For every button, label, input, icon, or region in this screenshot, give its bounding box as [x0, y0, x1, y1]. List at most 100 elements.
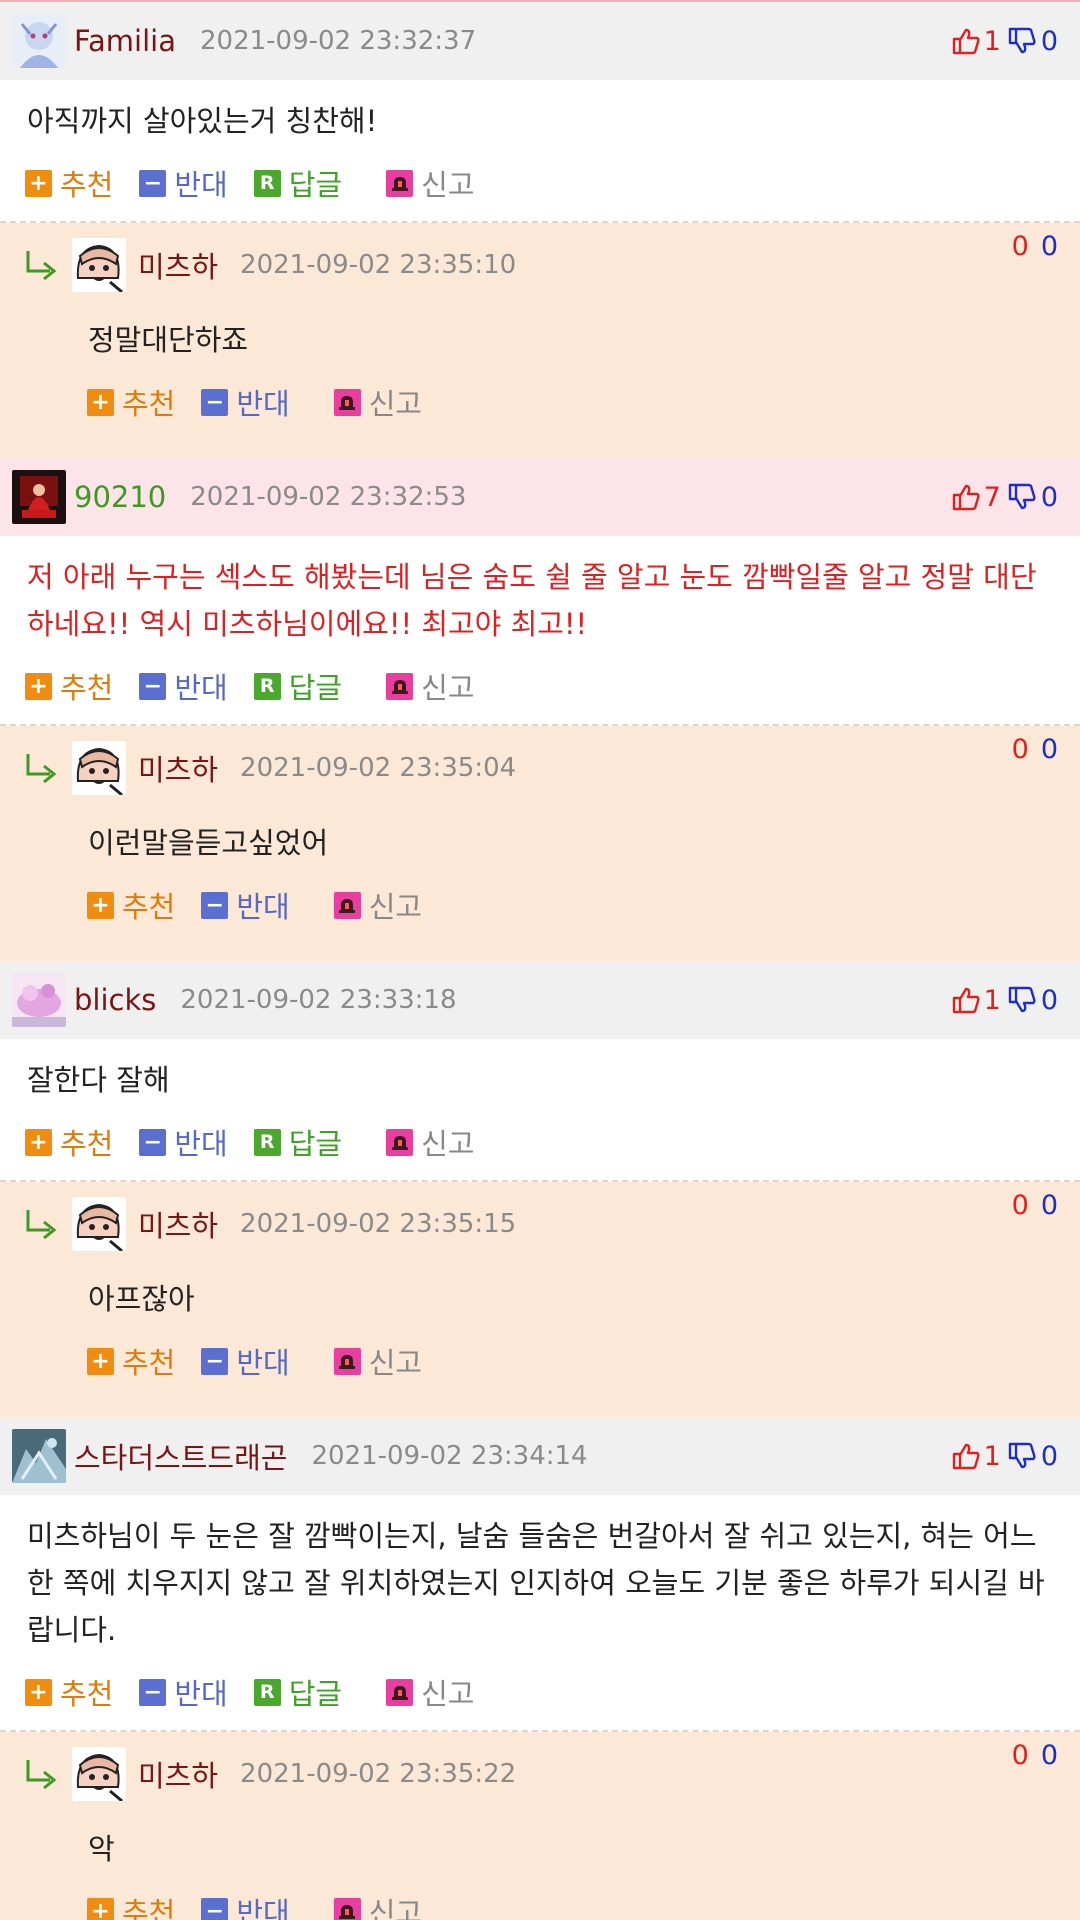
reply-arrow-icon: [26, 1760, 57, 1790]
reply-vote-count: 00: [1012, 734, 1058, 765]
comment-nickname[interactable]: 90210: [74, 480, 166, 514]
reply-comment: 미츠하 2021-09-02 23:35:15 00 아프잖아 + 추천 − 반대 …: [0, 1182, 1080, 1417]
siren-icon: [333, 388, 361, 416]
siren-icon: [386, 1128, 414, 1156]
upvote-count: 0: [1011, 1190, 1029, 1221]
minus-icon: −: [201, 891, 229, 919]
oppose-button[interactable]: − 반대: [201, 1890, 290, 1920]
avatar[interactable]: [12, 470, 66, 524]
thumbs-down-icon[interactable]: [1007, 1441, 1037, 1471]
reply-nickname[interactable]: 미츠하: [138, 244, 218, 286]
minus-icon: −: [201, 1897, 229, 1920]
oppose-button[interactable]: − 반대: [139, 1671, 228, 1713]
reply-arrow-icon: [26, 251, 57, 281]
minus-icon: −: [139, 1128, 167, 1156]
minus-icon: −: [201, 388, 229, 416]
report-button[interactable]: 신고: [333, 884, 422, 926]
oppose-button[interactable]: − 반대: [139, 665, 228, 707]
avatar[interactable]: [72, 238, 126, 292]
siren-icon: [386, 169, 414, 197]
report-button[interactable]: 신고: [386, 1121, 475, 1163]
recommend-button[interactable]: + 추천: [87, 1890, 175, 1920]
downvote-count: 0: [1040, 984, 1058, 1016]
thumbs-up-icon[interactable]: [951, 1441, 981, 1471]
recommend-button[interactable]: + 추천: [25, 1121, 113, 1163]
reply-icon: R: [253, 169, 281, 197]
comment-text: 미츠하님이 두 눈은 잘 깜빡이는지, 날숨 들숨은 번갈아서 잘 쉬고 있는지…: [27, 1519, 1045, 1647]
reply-button[interactable]: R 답글: [253, 665, 342, 707]
report-button[interactable]: 신고: [333, 1340, 422, 1382]
reply-button[interactable]: R 답글: [253, 1121, 342, 1163]
comment-text: 잘한다 잘해: [27, 1063, 170, 1097]
upvote-count: 0: [1011, 1740, 1029, 1771]
plus-icon: +: [87, 1897, 114, 1920]
recommend-button[interactable]: + 추천: [25, 665, 113, 707]
reply-nickname[interactable]: 미츠하: [138, 1203, 218, 1245]
plus-icon: +: [25, 169, 52, 197]
reply-icon: R: [253, 672, 281, 700]
reply-timestamp: 2021-09-02 23:35:04: [240, 753, 517, 783]
report-button[interactable]: 신고: [386, 162, 475, 204]
avatar[interactable]: [72, 1747, 126, 1801]
report-button[interactable]: 신고: [386, 1671, 475, 1713]
recommend-button[interactable]: + 추천: [25, 1671, 113, 1713]
comment-actions: + 추천 − 반대 R 답글 신고: [0, 648, 1080, 724]
siren-icon: [333, 891, 361, 919]
reply-nickname[interactable]: 미츠하: [138, 1753, 218, 1795]
minus-icon: −: [201, 1347, 229, 1375]
oppose-button[interactable]: − 반대: [201, 1340, 290, 1382]
oppose-button[interactable]: − 반대: [201, 884, 290, 926]
downvote-count: 0: [1040, 1440, 1058, 1472]
plus-icon: +: [87, 891, 114, 919]
reply-timestamp: 2021-09-02 23:35:10: [240, 250, 517, 280]
vote-count: 1 0: [951, 961, 1058, 1039]
comment-nickname[interactable]: blicks: [74, 983, 156, 1017]
thumbs-up-icon[interactable]: [951, 985, 981, 1015]
comment-actions: + 추천 − 반대 R 답글 신고: [0, 145, 1080, 221]
siren-icon: [333, 1897, 361, 1920]
report-button[interactable]: 신고: [333, 1890, 422, 1920]
plus-icon: +: [25, 1678, 52, 1706]
comment-nickname[interactable]: 스타더스트드래곤: [74, 1435, 287, 1477]
comment-header: 스타더스트드래곤 2021-09-02 23:34:14 1 0: [0, 1417, 1080, 1495]
recommend-button[interactable]: + 추천: [87, 884, 175, 926]
downvote-count: 0: [1040, 734, 1058, 765]
reply-comment: 미츠하 2021-09-02 23:35:04 00 이런말을듣고싶었어 + 추천…: [0, 726, 1080, 961]
minus-icon: −: [139, 672, 167, 700]
recommend-button[interactable]: + 추천: [87, 381, 175, 423]
thumbs-down-icon[interactable]: [1007, 26, 1037, 56]
thumbs-down-icon[interactable]: [1007, 482, 1037, 512]
comment-header: 90210 2021-09-02 23:32:53 7 0: [0, 458, 1080, 536]
minus-icon: −: [139, 1678, 167, 1706]
avatar[interactable]: [12, 14, 66, 68]
oppose-button[interactable]: − 반대: [139, 162, 228, 204]
recommend-button[interactable]: + 추천: [25, 162, 113, 204]
upvote-count: 0: [1011, 231, 1029, 262]
avatar[interactable]: [72, 741, 126, 795]
vote-count: 1 0: [951, 2, 1058, 80]
avatar[interactable]: [72, 1197, 126, 1251]
reply-comment: 미츠하 2021-09-02 23:35:10 00 정말대단하죠 + 추천 − 반…: [0, 223, 1080, 458]
reply-button[interactable]: R 답글: [253, 162, 342, 204]
avatar[interactable]: [12, 1429, 66, 1483]
comment-nickname[interactable]: Familia: [74, 24, 176, 58]
report-button[interactable]: 신고: [386, 665, 475, 707]
reply-vote-count: 00: [1012, 1190, 1058, 1221]
reply-vote-count: 00: [1012, 1740, 1058, 1771]
oppose-button[interactable]: − 반대: [139, 1121, 228, 1163]
recommend-button[interactable]: + 추천: [87, 1340, 175, 1382]
report-button[interactable]: 신고: [333, 381, 422, 423]
reply-comment: 미츠하 2021-09-02 23:35:22 00 악 + 추천 − 반대 신고: [0, 1732, 1080, 1920]
reply-timestamp: 2021-09-02 23:35:15: [240, 1209, 517, 1239]
thumbs-up-icon[interactable]: [951, 26, 981, 56]
reply-vote-count: 00: [1012, 231, 1058, 262]
reply-button[interactable]: R 답글: [253, 1671, 342, 1713]
plus-icon: +: [25, 1128, 52, 1156]
reply-header: 미츠하 2021-09-02 23:35:10 00: [0, 223, 1080, 303]
reply-nickname[interactable]: 미츠하: [138, 747, 218, 789]
oppose-button[interactable]: − 반대: [201, 381, 290, 423]
thumbs-up-icon[interactable]: [951, 482, 981, 512]
upvote-count: 1: [983, 984, 1001, 1016]
thumbs-down-icon[interactable]: [1007, 985, 1037, 1015]
avatar[interactable]: [12, 973, 66, 1027]
